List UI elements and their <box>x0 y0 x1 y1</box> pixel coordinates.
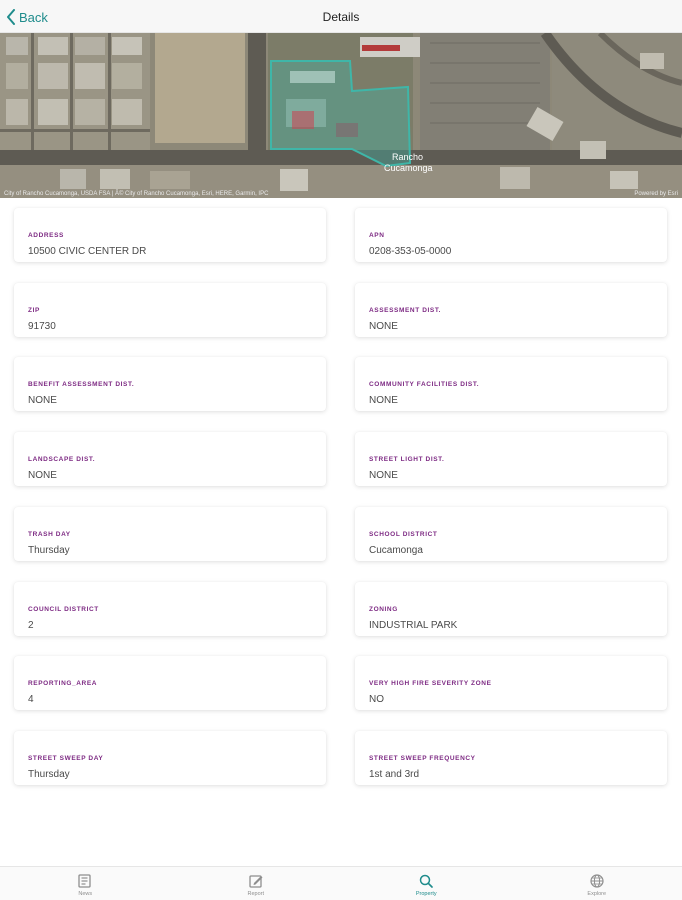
detail-label: ZONING <box>369 605 398 613</box>
detail-value: 2 <box>28 619 34 631</box>
detail-card: STREET LIGHT DIST. NONE <box>355 432 667 487</box>
detail-label: ADDRESS <box>28 232 64 239</box>
map-attribution[interactable]: City of Rancho Cucamonga, USDA FSA | Â© … <box>4 191 268 197</box>
detail-value: NONE <box>28 470 57 482</box>
detail-label: ASSESSMENT DIST. <box>369 306 442 314</box>
tab-property[interactable]: Property <box>341 867 512 900</box>
detail-value: NONE <box>28 395 57 407</box>
globe-icon <box>590 874 604 888</box>
detail-value: Cucamonga <box>369 544 423 556</box>
detail-value: Thursday <box>28 768 70 780</box>
tab-report-label: Report <box>247 891 264 897</box>
map-place-label-line1: Rancho <box>392 152 423 162</box>
detail-label: APN <box>369 232 385 239</box>
detail-card: ADDRESS 10500 CIVIC CENTER DR <box>14 208 326 262</box>
detail-label: TRASH DAY <box>28 530 71 538</box>
detail-label: COMMUNITY FACILITIES DIST. <box>369 381 480 389</box>
tab-news-label: News <box>78 891 93 897</box>
detail-card: REPORTING_AREA 4 <box>14 656 326 711</box>
detail-card: VERY HIGH FIRE SEVERITY ZONE NO <box>355 656 667 711</box>
detail-card: SCHOOL DISTRICT Cucamonga <box>355 506 667 561</box>
detail-label: ZIP <box>28 306 40 314</box>
detail-value: 0208-353-05-0000 <box>369 246 452 257</box>
tab-explore-label: Explore <box>587 891 607 897</box>
detail-card: ASSESSMENT DIST. NONE <box>355 282 667 337</box>
detail-card: STREET SWEEP FREQUENCY 1st and 3rd <box>355 730 667 785</box>
detail-label: BENEFIT ASSESSMENT DIST. <box>28 381 135 389</box>
tab-property-label: Property <box>415 891 437 897</box>
tab-explore[interactable]: Explore <box>512 867 682 900</box>
detail-value: NONE <box>369 395 398 407</box>
page-title: Details <box>322 10 360 24</box>
detail-label: LANDSCAPE DIST. <box>28 456 96 464</box>
detail-label: SCHOOL DISTRICT <box>369 530 438 538</box>
report-icon <box>249 875 263 888</box>
search-icon <box>420 874 434 888</box>
detail-value: 1st and 3rd <box>369 768 420 780</box>
map-place-label-line2: Cucamonga <box>384 163 433 173</box>
detail-value: NONE <box>369 320 398 332</box>
detail-value: Thursday <box>28 544 70 556</box>
detail-label: VERY HIGH FIRE SEVERITY ZONE <box>369 680 492 688</box>
detail-value: 4 <box>28 694 34 706</box>
satellite-map-image: Rancho Cucamonga <box>0 33 682 198</box>
detail-card: ZONING INDUSTRIAL PARK <box>355 581 667 636</box>
detail-card: TRASH DAY Thursday <box>14 506 326 561</box>
tab-bar: News Report Property Explore <box>0 866 682 900</box>
detail-value: 91730 <box>28 320 56 332</box>
detail-card: LANDSCAPE DIST. NONE <box>14 432 326 487</box>
detail-label: STREET SWEEP FREQUENCY <box>369 754 476 762</box>
detail-label: COUNCIL DISTRICT <box>28 605 99 613</box>
detail-value: INDUSTRIAL PARK <box>369 619 458 631</box>
detail-card: COMMUNITY FACILITIES DIST. NONE <box>355 357 667 412</box>
detail-value: NONE <box>369 470 398 482</box>
detail-label: STREET LIGHT DIST. <box>369 456 445 464</box>
detail-label: STREET SWEEP DAY <box>28 754 104 762</box>
detail-card: APN 0208-353-05-0000 <box>355 208 667 262</box>
detail-card: COUNCIL DISTRICT 2 <box>14 581 326 636</box>
detail-card: ZIP 91730 <box>14 282 326 337</box>
detail-value: NO <box>369 694 384 706</box>
news-icon <box>78 874 91 888</box>
map-powered-by[interactable]: Powered by Esri <box>634 191 678 197</box>
detail-label: REPORTING_AREA <box>28 680 98 688</box>
parcel-map[interactable]: Rancho Cucamonga City of Rancho Cucamong… <box>0 33 682 198</box>
tab-news[interactable]: News <box>0 867 171 900</box>
tab-report[interactable]: Report <box>171 867 342 900</box>
navigation-bar: Back Details <box>0 0 682 33</box>
detail-card: BENEFIT ASSESSMENT DIST. NONE <box>14 357 326 412</box>
detail-value: 10500 CIVIC CENTER DR <box>28 246 147 257</box>
detail-card: STREET SWEEP DAY Thursday <box>14 730 326 785</box>
